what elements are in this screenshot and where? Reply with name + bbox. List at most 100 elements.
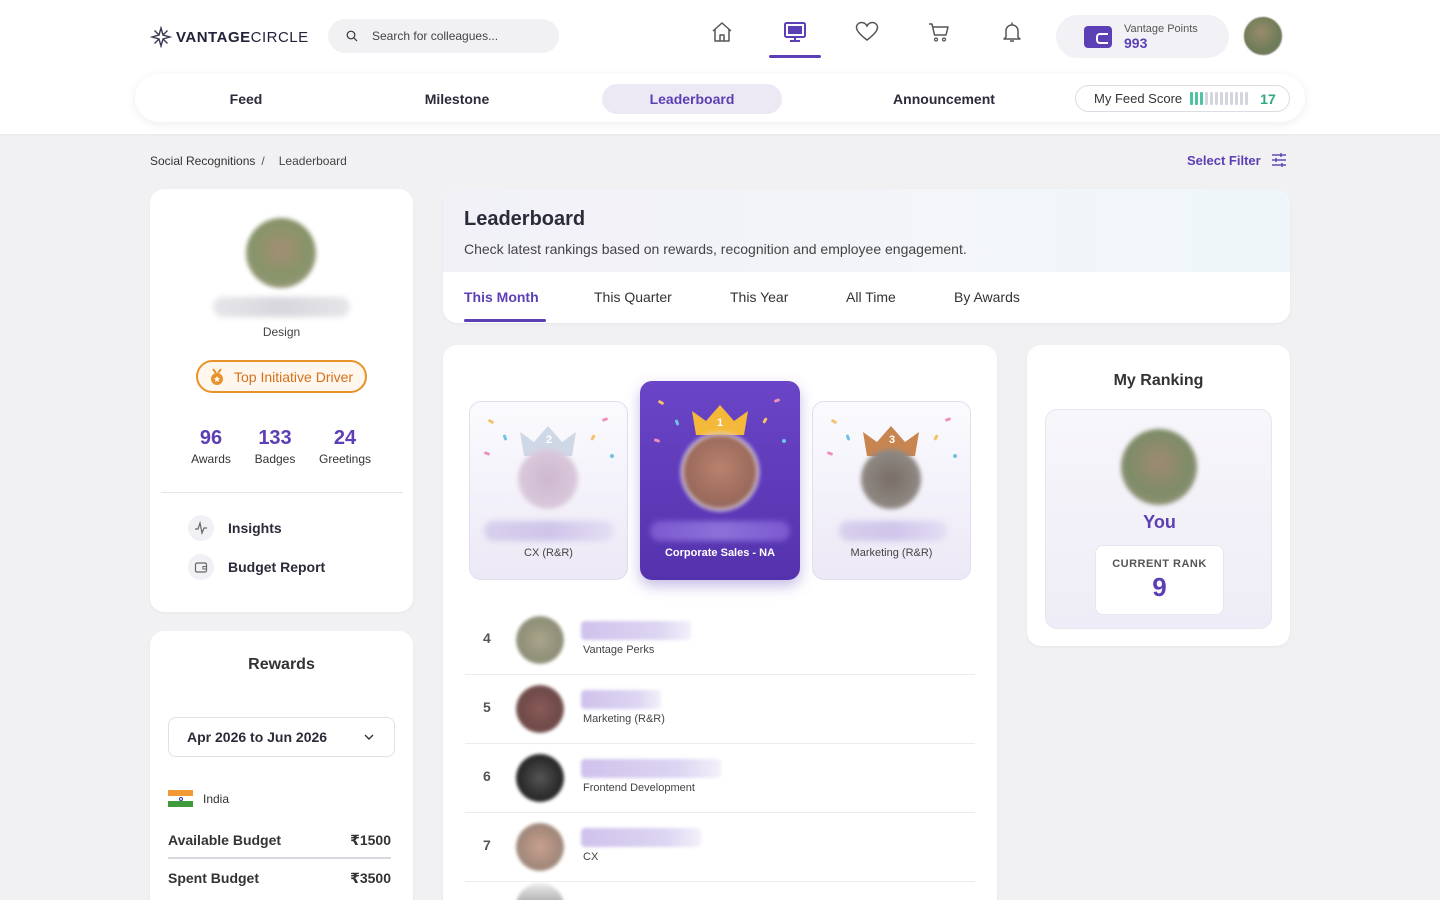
period-tab-by-awards[interactable]: By Awards (954, 289, 1020, 305)
podium-first-rank: 1 (716, 417, 724, 429)
breadcrumb-current: Leaderboard (278, 154, 347, 168)
podium-second-name-redacted (484, 521, 614, 541)
leaderboard-row[interactable]: 6 Frontend Development (465, 744, 975, 813)
stat-greetings-label: Greetings (318, 452, 372, 466)
row-avatar (516, 685, 564, 733)
heart-icon (855, 21, 879, 41)
period-tab-this-month[interactable]: This Month (464, 289, 539, 305)
podium-third-rank: 3 (888, 434, 896, 446)
podium-second-department: CX (R&R) (524, 547, 573, 559)
tab-feed[interactable]: Feed (201, 84, 291, 114)
leaderboard-header-card: Leaderboard Check latest rankings based … (443, 189, 1290, 323)
india-flag-icon (168, 790, 193, 808)
nav-notifications[interactable] (986, 20, 1038, 58)
budget-report-link[interactable]: Budget Report (188, 554, 325, 580)
row-name-redacted (581, 759, 721, 778)
period-tab-this-quarter[interactable]: This Quarter (594, 289, 672, 305)
user-avatar[interactable] (1243, 16, 1283, 56)
stat-awards-label: Awards (191, 452, 231, 466)
main-tabs: Feed Milestone Leaderboard Announcement … (135, 74, 1305, 122)
insights-link[interactable]: Insights (188, 515, 282, 541)
search-bar[interactable] (328, 19, 559, 53)
breadcrumb: Social Recognitions / Leaderboard (150, 154, 347, 168)
my-ranking-card: My Ranking You CURRENT RANK 9 (1027, 345, 1290, 646)
row-avatar (516, 823, 564, 871)
tab-leaderboard[interactable]: Leaderboard (602, 84, 782, 114)
logo-text-light: CIRCLE (250, 28, 309, 46)
search-icon (346, 30, 358, 42)
row-department: Frontend Development (583, 782, 695, 794)
activity-icon (188, 515, 214, 541)
row-avatar (516, 754, 564, 802)
country: India (168, 790, 230, 808)
search-input[interactable] (372, 29, 542, 43)
stat-badges[interactable]: 133 Badges (250, 427, 300, 466)
podium-third-avatar (861, 449, 921, 509)
feed-score-value: 17 (1260, 90, 1276, 107)
wallet-icon (188, 554, 214, 580)
nav-wellness[interactable] (841, 20, 893, 58)
tab-milestone[interactable]: Milestone (407, 84, 507, 114)
podium-third[interactable]: 3 Marketing (R&R) (812, 401, 971, 580)
sliders-icon (1271, 153, 1286, 167)
feed-score[interactable]: My Feed Score 17 (1075, 85, 1290, 112)
country-name: India (203, 791, 230, 806)
my-avatar (1121, 429, 1197, 505)
chevron-down-icon (364, 734, 374, 740)
tab-announcement[interactable]: Announcement (883, 84, 1005, 114)
feed-score-label: My Feed Score (1094, 91, 1183, 106)
leaderboard-row[interactable]: 7 CX (465, 813, 975, 882)
home-icon (712, 22, 732, 42)
leaderboard-subtitle: Check latest rankings based on rewards, … (464, 241, 967, 257)
podium-second[interactable]: 2 CX (R&R) (469, 401, 628, 580)
stat-greetings-value: 24 (333, 427, 357, 449)
stat-greetings[interactable]: 24 Greetings (313, 427, 377, 466)
podium-first[interactable]: 1 Corporate Sales - NA (640, 381, 800, 580)
spent-budget-label: Spent Budget (168, 870, 259, 886)
period-tab-all-time[interactable]: All Time (846, 289, 896, 305)
available-budget-value: ₹1500 (350, 832, 391, 848)
nav-social-recognition[interactable] (769, 20, 821, 58)
bell-icon (1003, 22, 1021, 42)
vantage-circle-logo[interactable]: VANTAGECIRCLE (150, 26, 309, 48)
nav-store[interactable] (913, 20, 965, 58)
vantage-points[interactable]: Vantage Points 993 (1056, 15, 1229, 58)
podium-first-name-redacted (650, 521, 790, 541)
profile-card: Design Top Initiative Driver 96 Awards 1… (150, 189, 413, 612)
leaderboard-row[interactable]: 4 Vantage Perks (465, 606, 975, 675)
profile-avatar[interactable] (246, 218, 316, 288)
top-initiative-badge[interactable]: Top Initiative Driver (196, 360, 367, 393)
insights-label: Insights (228, 520, 282, 536)
active-tab-indicator (464, 319, 546, 322)
row-rank: 4 (483, 630, 491, 646)
rewards-title: Rewards (248, 656, 315, 673)
period-dropdown[interactable]: Apr 2026 to Jun 2026 (168, 717, 395, 757)
nav-home[interactable] (696, 20, 748, 58)
budget-divider (168, 857, 391, 859)
stat-awards[interactable]: 96 Awards (186, 427, 236, 466)
feed-score-meter (1190, 92, 1249, 105)
leaderboard-list-card: 2 CX (R&R) 1 Corporate Sales - NA 3 Mark… (443, 345, 997, 900)
row-department: CX (583, 851, 599, 863)
breadcrumb-separator: / (261, 154, 265, 168)
spent-budget-row: Spent Budget ₹3500 (168, 870, 391, 887)
select-filter-button[interactable]: Select Filter (1187, 152, 1287, 168)
row-rank: 6 (483, 768, 491, 784)
row-rank: 7 (483, 837, 491, 853)
leaderboard-row[interactable]: 5 Marketing (R&R) (465, 675, 975, 744)
row-name-redacted (581, 621, 691, 640)
stat-badges-value: 133 (258, 427, 292, 449)
my-ranking-title: My Ranking (1113, 372, 1204, 389)
breadcrumb-parent[interactable]: Social Recognitions (150, 154, 255, 168)
podium-first-avatar (681, 433, 759, 511)
badge-label: Top Initiative Driver (234, 368, 354, 385)
row-avatar (516, 616, 564, 664)
row-name-redacted (581, 690, 661, 709)
podium-second-avatar (518, 449, 578, 509)
period-tab-this-year[interactable]: This Year (730, 289, 788, 305)
row-department: Vantage Perks (583, 644, 655, 656)
select-filter-label: Select Filter (1187, 152, 1261, 168)
available-budget-label: Available Budget (168, 832, 282, 848)
podium-second-rank: 2 (545, 434, 553, 446)
current-rank-value: 9 (1152, 572, 1167, 602)
